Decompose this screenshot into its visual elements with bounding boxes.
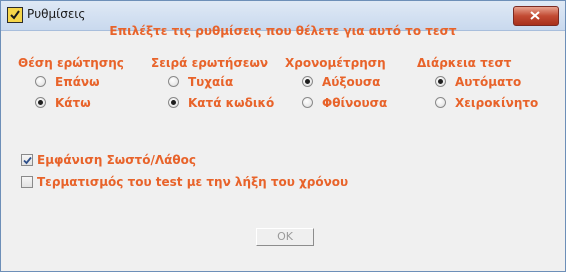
close-button[interactable]: [513, 6, 559, 26]
radio-timing-descending[interactable]: [302, 97, 313, 108]
option-label-question-bottom: Κάτω: [55, 96, 91, 110]
group-title-test-duration: Διάρκεια τεστ: [417, 56, 512, 70]
option-label-question-top: Επάνω: [55, 75, 100, 89]
close-icon: [530, 11, 540, 20]
radio-duration-automatic[interactable]: [435, 76, 446, 87]
settings-window: Ρυθμίσεις Επιλέξτε τις ρυθμίσεις που θέλ…: [0, 0, 566, 272]
radio-order-by-code[interactable]: [168, 97, 179, 108]
window-title: Ρυθμίσεις: [27, 7, 86, 21]
ok-button[interactable]: OK: [256, 228, 314, 246]
checkbox-label-show-correct-wrong: Εμφάνιση Σωστό/Λάθος: [37, 153, 196, 167]
checkbox-label-end-on-timeout: Τερματισμός του test με την λήξη του χρό…: [37, 175, 349, 189]
radio-duration-manual[interactable]: [435, 97, 446, 108]
radio-question-bottom[interactable]: [35, 97, 46, 108]
group-title-timing: Χρονομέτρηση: [285, 56, 386, 70]
option-label-timing-descending: Φθίνουσα: [322, 96, 388, 110]
checkmark-icon: [23, 156, 32, 165]
checkbox-show-correct-wrong[interactable]: [21, 154, 33, 166]
radio-timing-ascending[interactable]: [302, 76, 313, 87]
option-label-order-random: Τυχαία: [188, 75, 234, 89]
checkbox-end-on-timeout[interactable]: [21, 176, 33, 188]
option-label-timing-ascending: Αύξουσα: [322, 75, 381, 89]
radio-question-top[interactable]: [35, 76, 46, 87]
app-checkmark-icon: [7, 7, 23, 23]
group-title-question-order: Σειρά ερωτήσεων: [151, 56, 269, 70]
group-title-question-position: Θέση ερώτησης: [18, 56, 124, 70]
radio-order-random[interactable]: [168, 76, 179, 87]
option-label-duration-manual: Χειροκίνητο: [455, 96, 539, 110]
settings-heading: Επιλέξτε τις ρυθμίσεις που θέλετε για αυ…: [109, 24, 457, 38]
option-label-duration-automatic: Αυτόματο: [455, 75, 522, 89]
option-label-order-by-code: Κατά κωδικό: [188, 96, 275, 110]
